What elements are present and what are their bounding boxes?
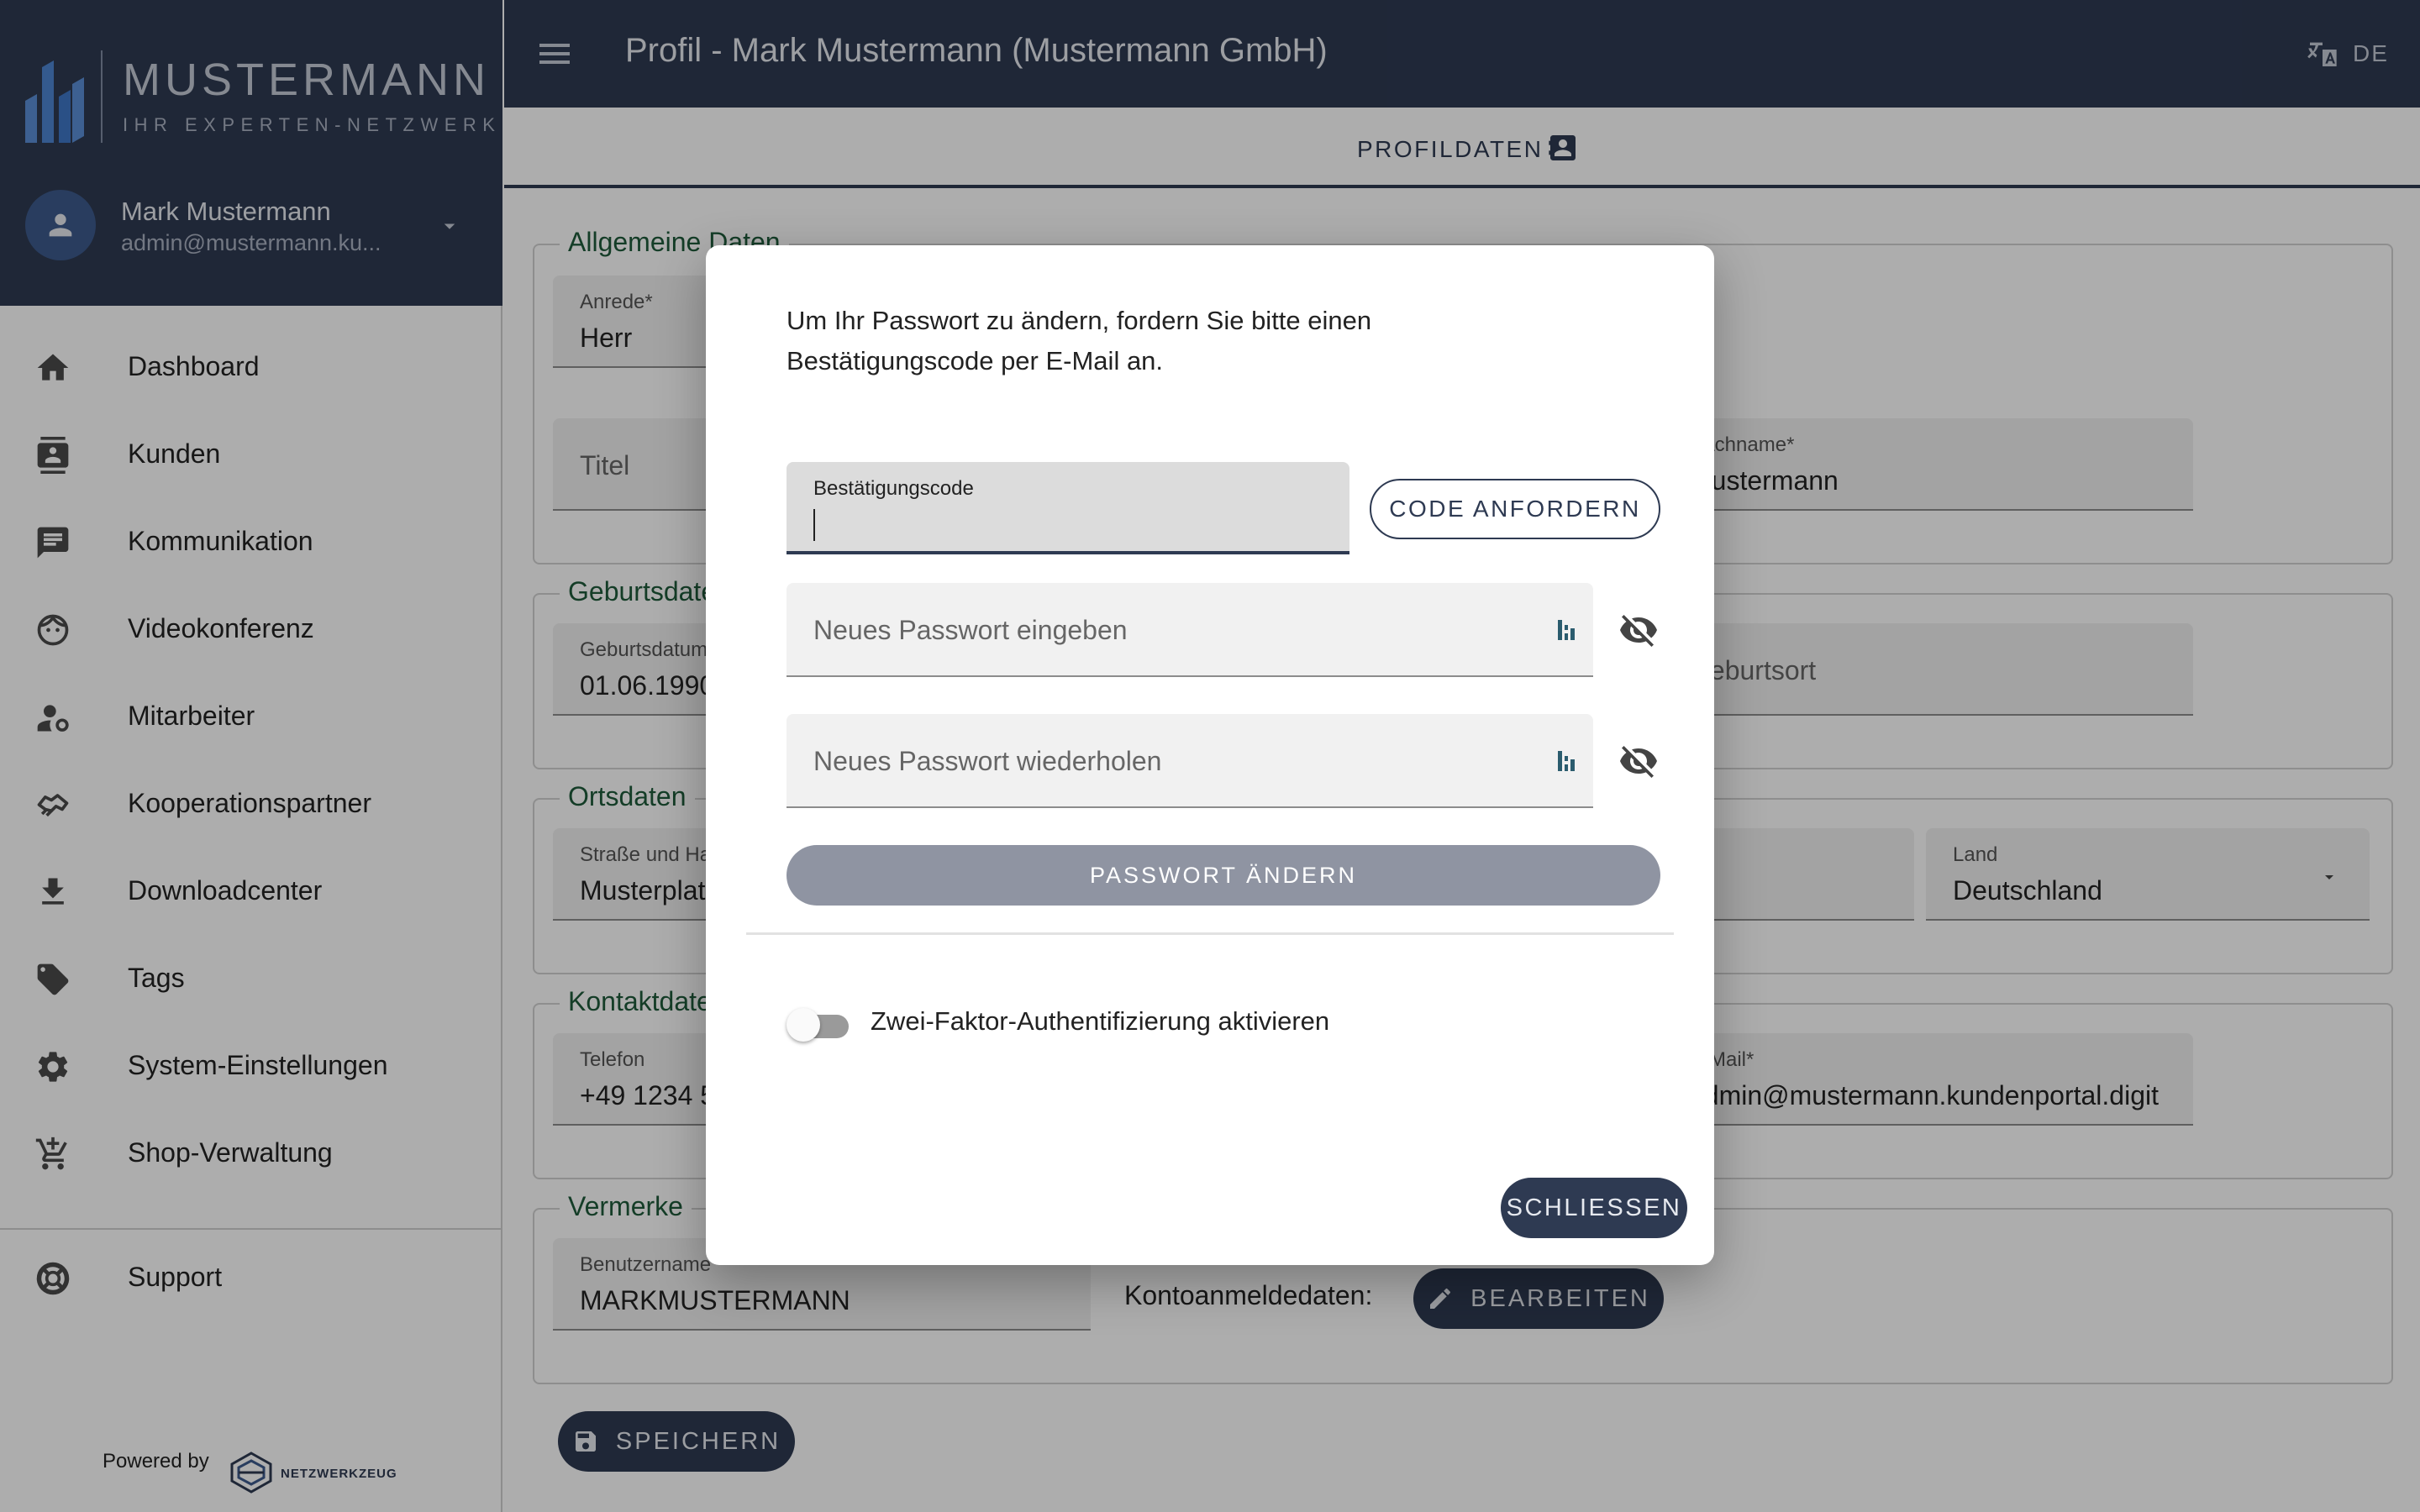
- change-password-dialog: Um Ihr Passwort zu ändern, fordern Sie b…: [706, 245, 1714, 1265]
- field-label: Bestätigungscode: [813, 477, 974, 500]
- field-placeholder: Neues Passwort eingeben: [813, 615, 1128, 645]
- new-password-field[interactable]: Neues Passwort eingeben: [786, 583, 1593, 677]
- field-placeholder: Neues Passwort wiederholen: [813, 746, 1162, 776]
- text-cursor: [813, 509, 815, 541]
- two-factor-label: Zwei-Faktor-Authentifizierung aktivieren: [871, 1006, 1330, 1036]
- toggle-thumb: [786, 1008, 820, 1042]
- password-manager-icon[interactable]: [1556, 748, 1576, 774]
- request-code-button[interactable]: CODE ANFORDERN: [1370, 479, 1660, 539]
- repeat-password-field[interactable]: Neues Passwort wiederholen: [786, 714, 1593, 808]
- close-button[interactable]: SCHLIESSEN: [1501, 1178, 1687, 1238]
- dialog-divider: [746, 932, 1674, 935]
- two-factor-toggle[interactable]: [786, 1006, 854, 1043]
- visibility-off-icon[interactable]: [1618, 610, 1659, 650]
- change-password-button[interactable]: PASSWORT ÄNDERN: [786, 845, 1660, 906]
- password-manager-icon[interactable]: [1556, 617, 1576, 643]
- verification-code-input[interactable]: Bestätigungscode: [786, 462, 1349, 554]
- dialog-intro-text: Um Ihr Passwort zu ändern, fordern Sie b…: [786, 306, 1372, 375]
- visibility-off-icon[interactable]: [1618, 741, 1659, 781]
